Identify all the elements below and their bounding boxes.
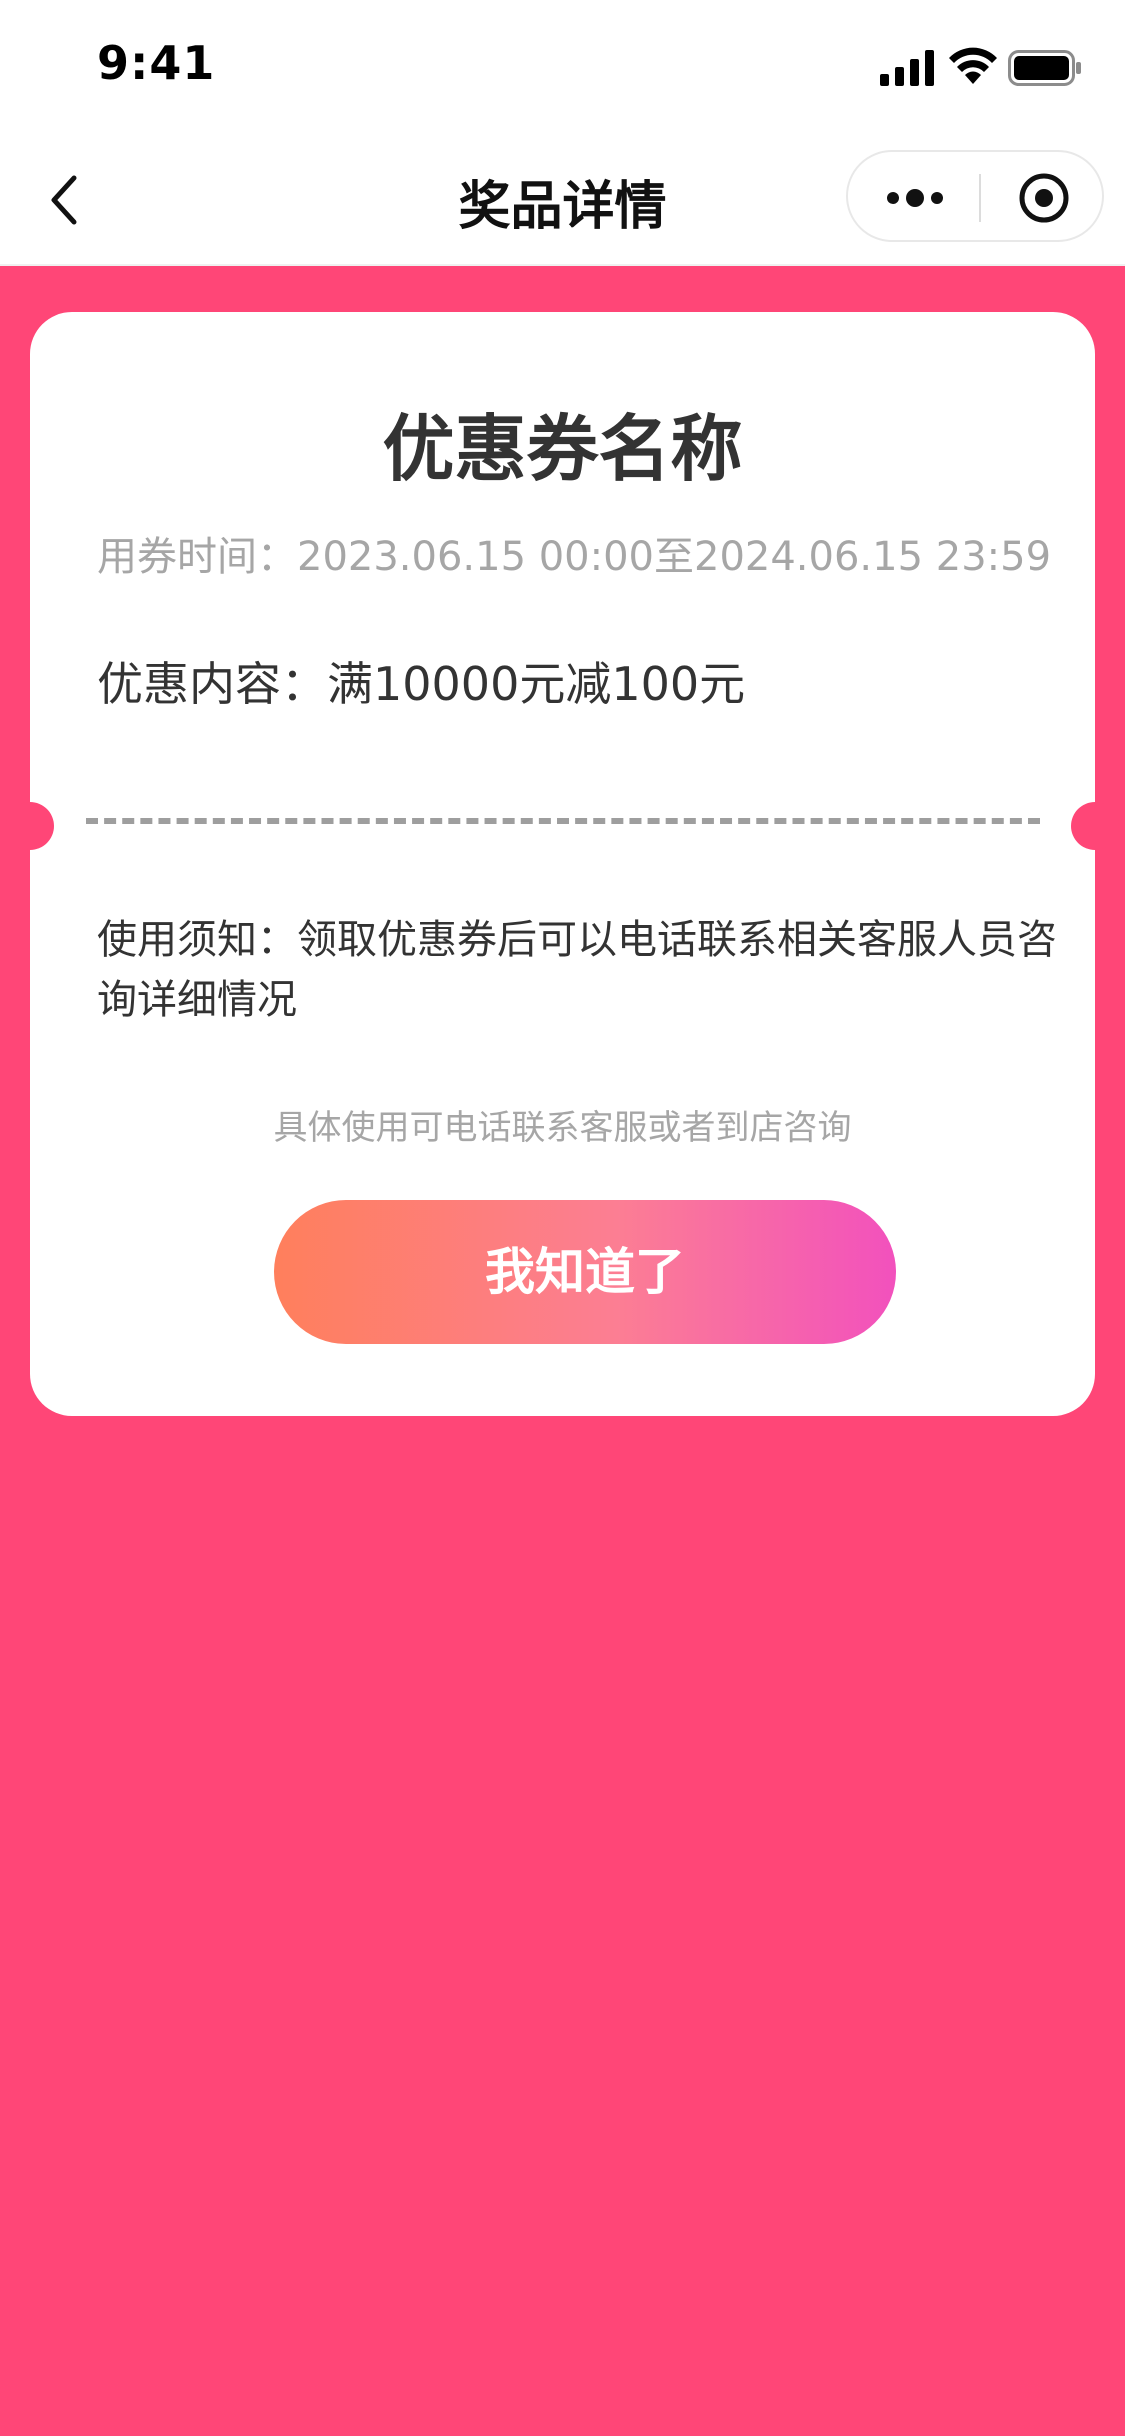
- contact-hint: 具体使用可电话联系客服或者到店咨询: [273, 1108, 852, 1148]
- nav-bar: 奖品详情: [0, 132, 1125, 266]
- status-time: 9:41: [97, 36, 216, 90]
- mini-program-capsule: [846, 150, 1104, 242]
- wifi-icon: [949, 47, 997, 84]
- card-notch-right: [1071, 802, 1119, 850]
- got-it-button[interactable]: 我知道了: [274, 1200, 896, 1344]
- status-bar: 9:41: [0, 0, 1125, 132]
- target-circle-icon[interactable]: [1016, 172, 1072, 224]
- coupon-validity: 用券时间：2023.06.15 00:00至2024.06.15 23:59: [97, 534, 1052, 580]
- coupon-discount: 优惠内容：满10000元减100元: [97, 657, 746, 711]
- card-notch-left: [6, 802, 54, 850]
- cellular-signal-icon: [880, 50, 934, 86]
- coupon-card: 优惠券名称 用券时间：2023.06.15 00:00至2024.06.15 2…: [6, 312, 1119, 1416]
- more-dots-icon[interactable]: [884, 176, 946, 220]
- dashed-divider: [86, 818, 1040, 824]
- capsule-divider: [979, 174, 981, 222]
- coupon-name: 优惠券名称: [382, 407, 743, 491]
- usage-notice: 使用须知：领取优惠券后可以电话联系相关客服人员咨询详细情况: [97, 917, 1057, 1023]
- battery-icon: [1008, 50, 1081, 86]
